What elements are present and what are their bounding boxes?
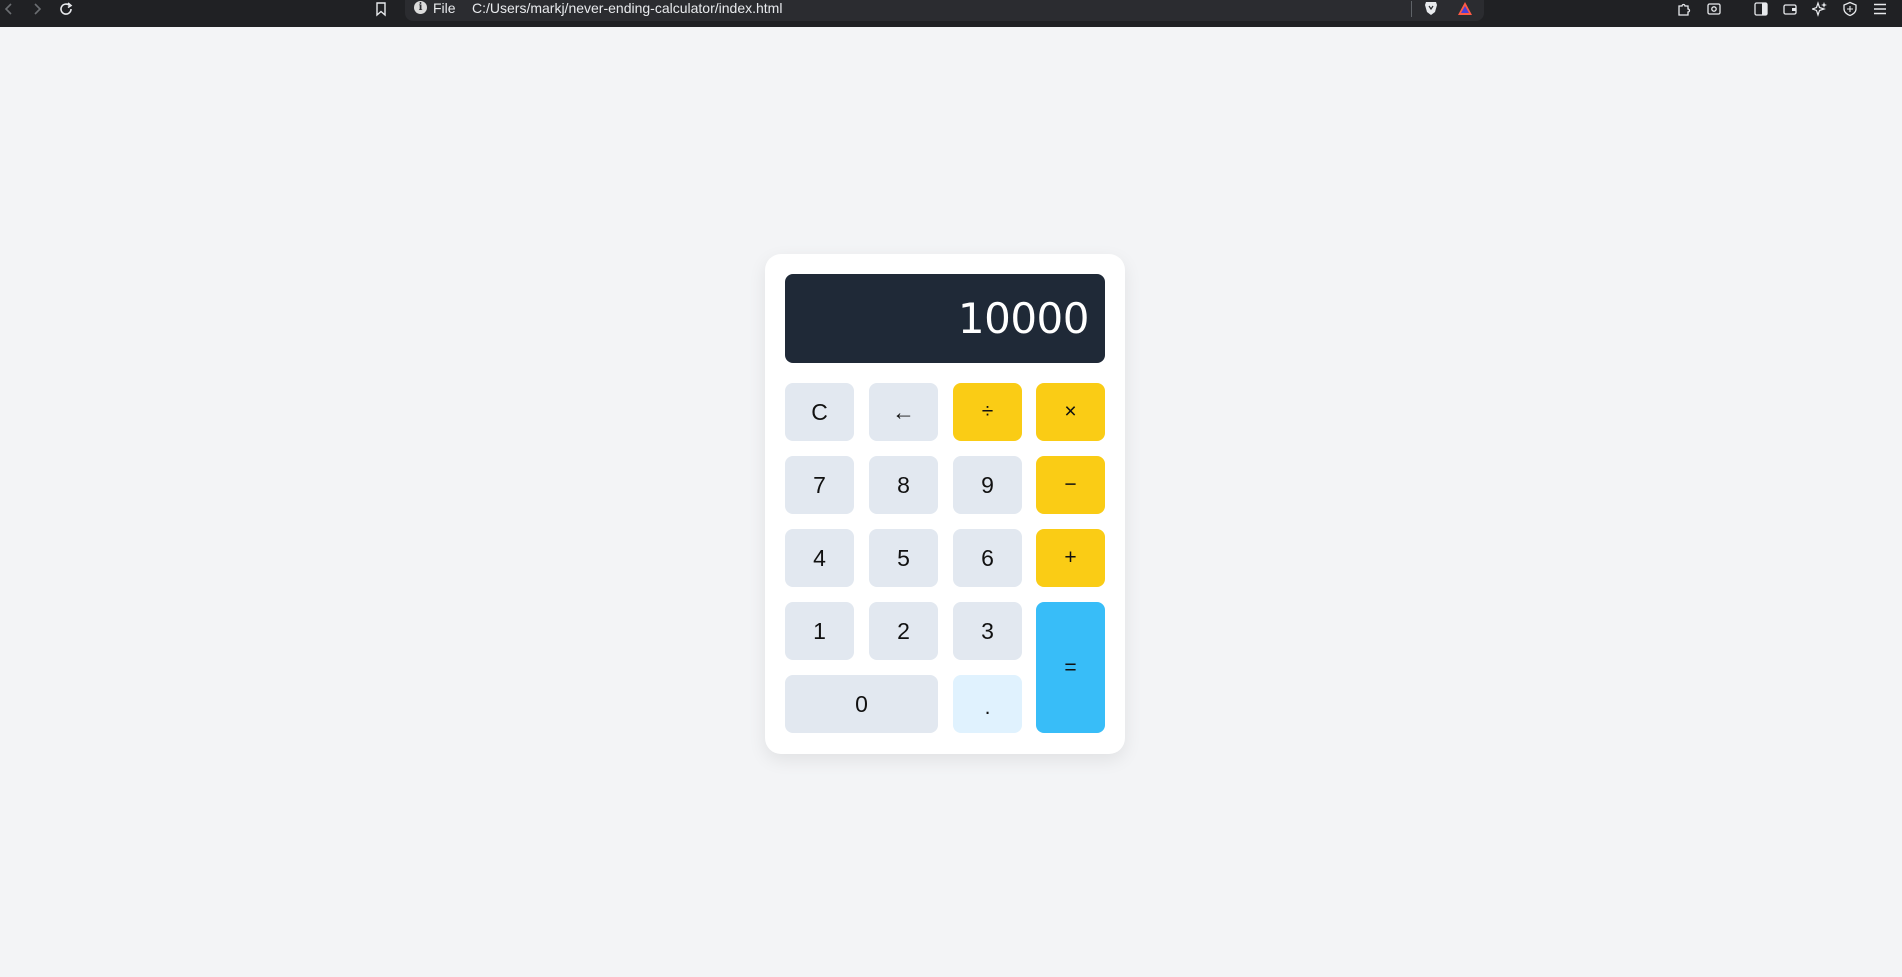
url-text[interactable]: C:/Users/markj/never-ending-calculator/i…: [472, 0, 782, 16]
digit-2-button[interactable]: 2: [869, 602, 938, 660]
multiply-button[interactable]: ×: [1036, 383, 1105, 441]
backspace-button[interactable]: ←: [869, 383, 938, 441]
back-icon[interactable]: [0, 1, 18, 17]
digit-8-button[interactable]: 8: [869, 456, 938, 514]
browser-toolbar: i File C:/Users/markj/never-ending-calcu…: [0, 0, 1902, 27]
brave-shield-icon[interactable]: [1424, 1, 1438, 16]
address-bar[interactable]: i File C:/Users/markj/never-ending-calcu…: [405, 0, 1484, 21]
equals-button[interactable]: =: [1036, 602, 1105, 733]
digit-4-button[interactable]: 4: [785, 529, 854, 587]
subtract-button[interactable]: −: [1036, 456, 1105, 514]
reload-icon[interactable]: [57, 1, 75, 17]
vpn-icon[interactable]: [1841, 1, 1859, 17]
bookmark-icon[interactable]: [372, 1, 390, 17]
digit-7-button[interactable]: 7: [785, 456, 854, 514]
digit-5-button[interactable]: 5: [869, 529, 938, 587]
digit-9-button[interactable]: 9: [953, 456, 1022, 514]
brave-rewards-icon[interactable]: [1457, 1, 1473, 16]
sidebar-icon[interactable]: [1752, 1, 1770, 17]
calculator: 10000 C ← ÷ × 7 8 9 − 4 5 6 + 1 2 3 = 0 …: [765, 254, 1125, 754]
digit-0-button[interactable]: 0: [785, 675, 938, 733]
digit-6-button[interactable]: 6: [953, 529, 1022, 587]
divide-button[interactable]: ÷: [953, 383, 1022, 441]
url-divider: [1411, 1, 1412, 17]
menu-icon[interactable]: [1871, 1, 1889, 17]
add-button[interactable]: +: [1036, 529, 1105, 587]
clear-button[interactable]: C: [785, 383, 854, 441]
leo-ai-icon[interactable]: [1811, 1, 1829, 17]
extensions-icon[interactable]: [1675, 1, 1693, 17]
wallet-icon[interactable]: [1781, 1, 1799, 17]
forward-icon[interactable]: [28, 1, 46, 17]
digit-3-button[interactable]: 3: [953, 602, 1022, 660]
calculator-display: 10000: [785, 274, 1105, 363]
url-scheme-label: File: [433, 0, 456, 16]
decimal-button[interactable]: .: [953, 675, 1022, 733]
digit-1-button[interactable]: 1: [785, 602, 854, 660]
info-icon[interactable]: i: [414, 1, 427, 14]
screenshot-icon[interactable]: [1705, 1, 1723, 17]
